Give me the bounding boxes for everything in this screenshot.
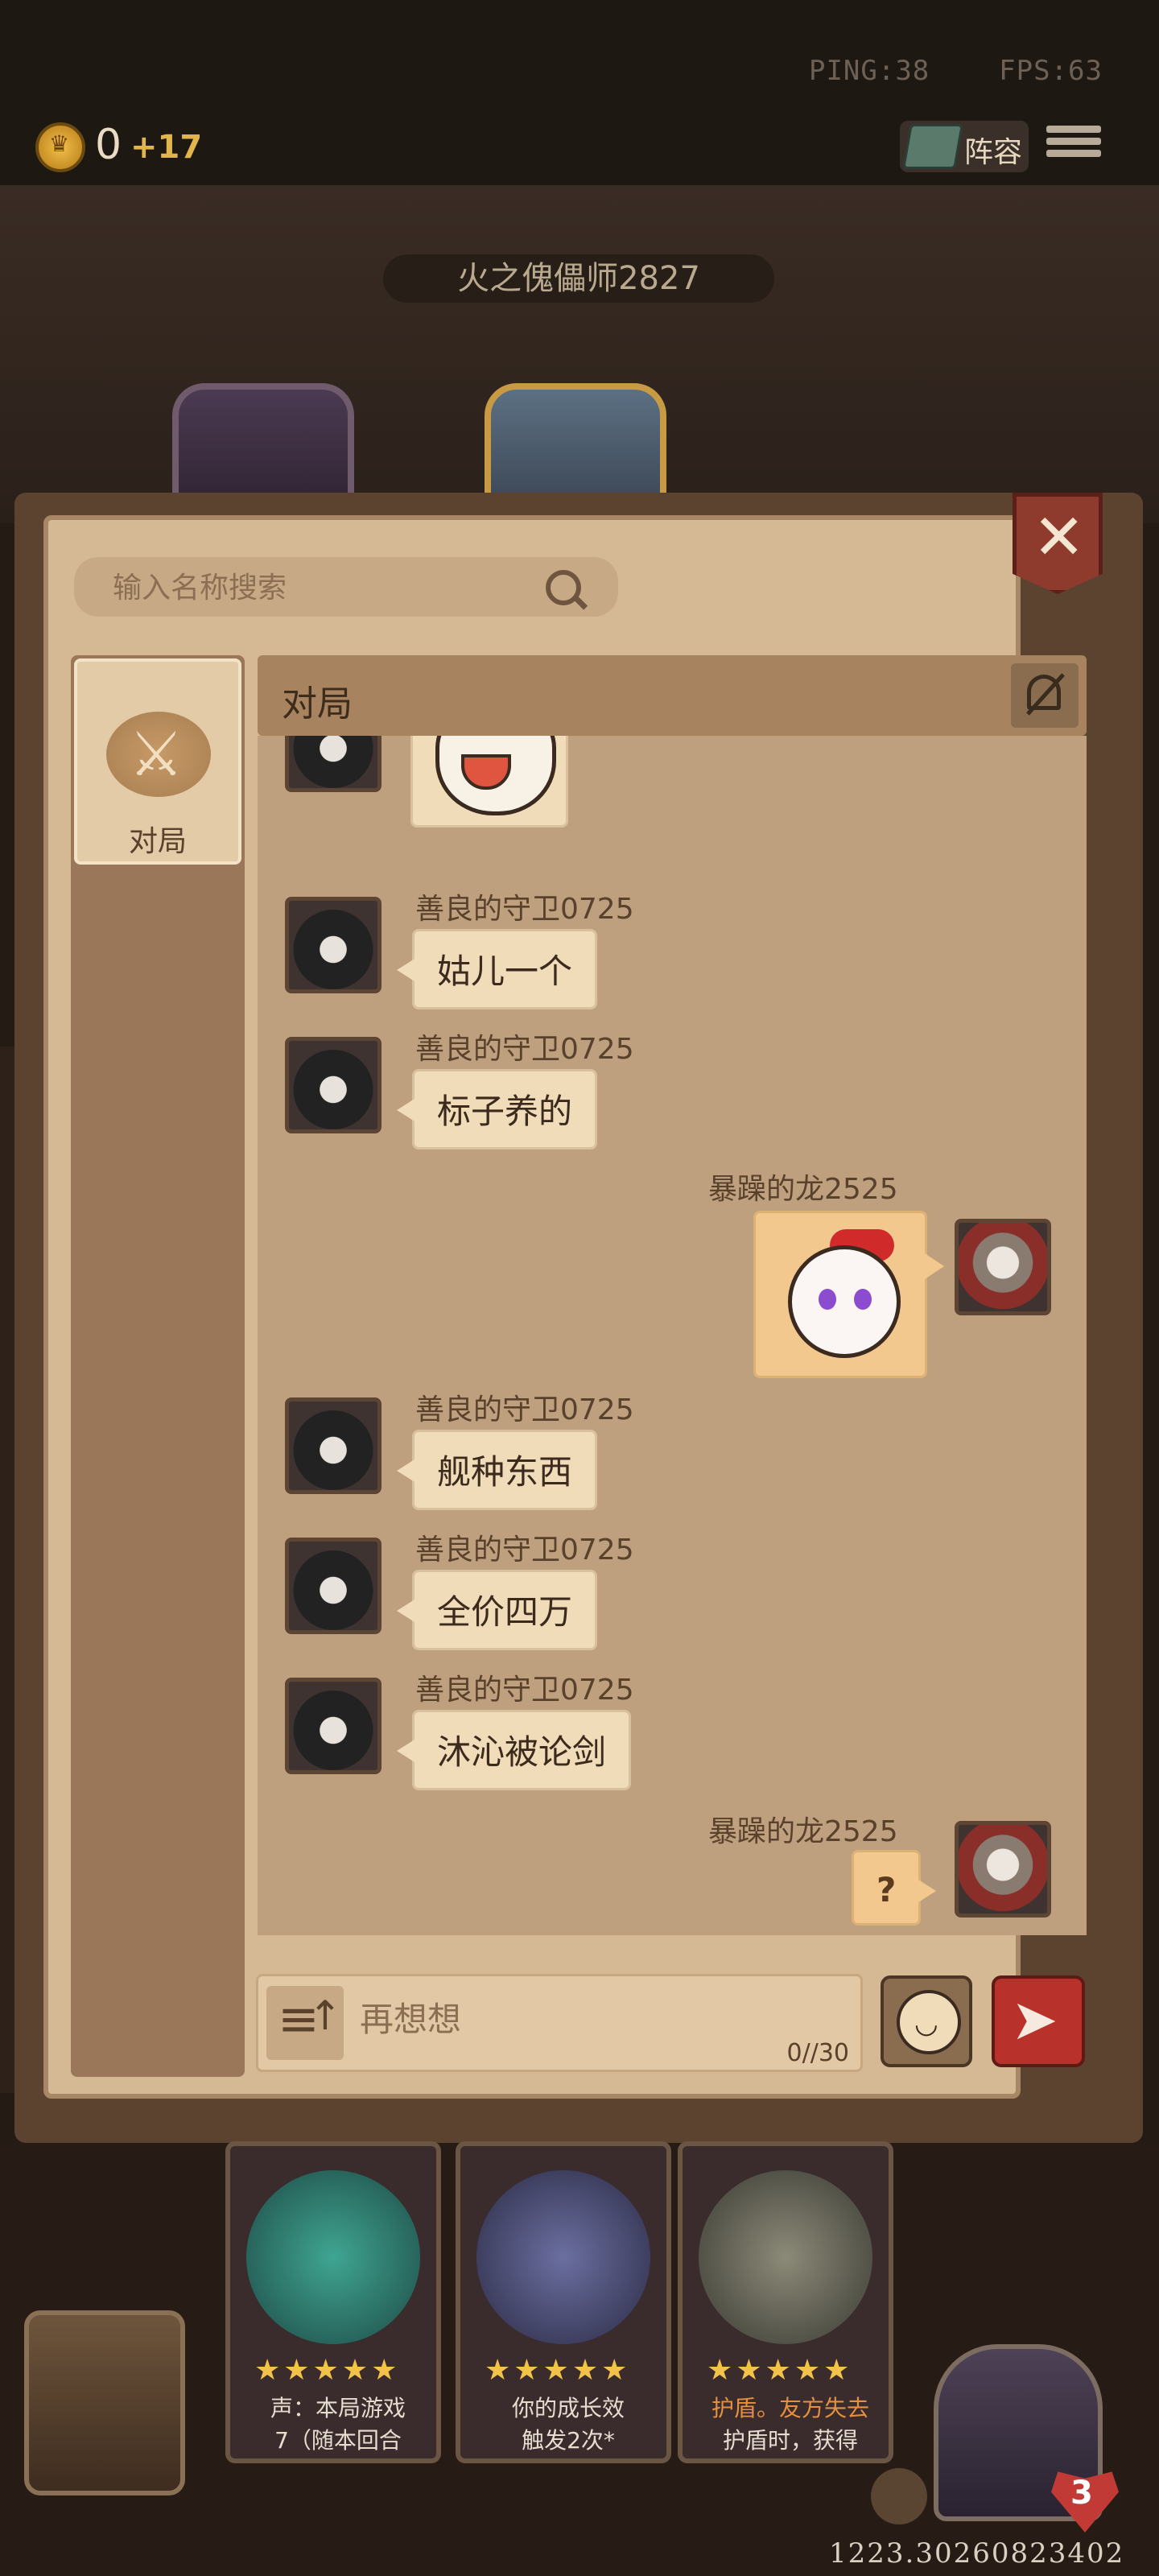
chat-title: 对局: [282, 683, 353, 724]
card-description: 护盾。友方失去 护盾时，获得: [702, 2392, 879, 2457]
shop-card[interactable]: ★★★★★ 声：本局游戏 7（随本回合: [225, 2141, 441, 2463]
player-id: 1223.30260823402: [829, 2537, 1125, 2570]
gold-amount: 0: [95, 121, 122, 169]
card-description: 声：本局游戏 7（随本回合: [250, 2392, 427, 2457]
chat-header: 对局: [258, 655, 1087, 736]
clown-girl-sticker: [753, 1211, 944, 1378]
close-icon: ✕: [1033, 502, 1086, 574]
upgrade-bell-icon[interactable]: [871, 2468, 927, 2524]
char-counter: 0//30: [786, 2039, 849, 2067]
paper-plane-icon: ➤: [1011, 1987, 1058, 2053]
network-stats: PING:38 FPS:63: [809, 55, 1103, 87]
card-desc-line: 护盾时，获得: [722, 2427, 858, 2454]
sender-avatar[interactable]: [285, 1037, 382, 1133]
message-sender: 善良的守卫0725: [415, 1393, 634, 1426]
lineup-label: 阵容: [964, 136, 1023, 169]
card-desc-line: 护盾。友方失去: [711, 2395, 869, 2421]
message-bubble: 全价四万: [396, 1570, 598, 1650]
card-desc-line: 你的成长效: [511, 2395, 625, 2421]
chat-message-list[interactable]: 善良的守卫0725 姑儿一个 善良的守卫0725 标子养的 暴躁的龙2525 善…: [258, 736, 1087, 1935]
card-desc-line: 声：本局游戏: [270, 2395, 406, 2421]
laughing-pot-sticker: [410, 736, 568, 828]
message-bubble: 标子养的: [396, 1069, 598, 1150]
player-health: 3: [1070, 2475, 1093, 2512]
card-desc-line: 触发2次*: [522, 2427, 615, 2454]
sender-avatar[interactable]: [285, 736, 382, 792]
self-avatar[interactable]: [955, 1821, 1051, 1918]
message-sender: 善良的守卫0725: [415, 1033, 634, 1066]
channel-sidebar: [71, 655, 245, 2077]
message-bubble: 沐沁被论剑: [396, 1710, 632, 1790]
card-desc-line: 7（随本回合: [274, 2427, 402, 2454]
book-icon: [902, 124, 963, 169]
sender-avatar[interactable]: [285, 1397, 382, 1494]
mute-button[interactable]: [1011, 663, 1079, 728]
card-stars: ★★★★★: [254, 2354, 401, 2387]
sender-avatar[interactable]: [285, 1678, 382, 1774]
sender-avatar[interactable]: [285, 897, 382, 993]
goblin-wizard-art: [476, 2170, 650, 2344]
search-bar: [74, 557, 618, 617]
message-bubble: ?: [852, 1850, 937, 1926]
sender-avatar[interactable]: [285, 1538, 382, 1634]
message-bubble: 姑儿一个: [396, 929, 598, 1009]
smiley-icon: [897, 1990, 961, 2054]
message-sender: 善良的守卫0725: [415, 1534, 634, 1567]
message-sender: 暴躁的龙2525: [708, 1815, 898, 1848]
gold-coin-icon: [35, 122, 85, 172]
emoji-button[interactable]: [881, 1975, 972, 2067]
chat-input-box: 0//30: [256, 1974, 863, 2072]
tavern-shop-icon[interactable]: [24, 2310, 185, 2496]
shop-card[interactable]: ★★★★★ 护盾。友方失去 护盾时，获得: [678, 2141, 893, 2463]
message-sender: 善良的守卫0725: [415, 893, 634, 926]
chat-input[interactable]: [358, 1994, 812, 2044]
pirate-captain-art: [699, 2170, 872, 2344]
search-icon[interactable]: [546, 570, 581, 605]
crossed-swords-icon: ⚔: [129, 718, 184, 790]
close-button[interactable]: ✕: [1013, 493, 1103, 594]
card-stars: ★★★★★: [485, 2354, 631, 2387]
crossed-swords-badge: ⚔: [106, 712, 211, 797]
gold-income: +17: [130, 129, 203, 166]
shop-card[interactable]: ★★★★★ 你的成长效 触发2次*: [456, 2141, 671, 2463]
expand-input-button[interactable]: [266, 1986, 344, 2060]
lineup-button[interactable]: 阵容: [900, 121, 1029, 172]
card-stars: ★★★★★: [707, 2354, 853, 2387]
fps-readout: FPS:63: [999, 55, 1103, 87]
hamburger-icon: [1046, 126, 1101, 133]
search-input[interactable]: [111, 568, 565, 607]
self-avatar[interactable]: [955, 1219, 1051, 1315]
tab-match[interactable]: ⚔ 对局: [74, 658, 241, 865]
card-description: 你的成长效 触发2次*: [480, 2392, 657, 2457]
message-sender: 暴躁的龙2525: [708, 1173, 898, 1206]
tab-match-label: 对局: [128, 825, 187, 858]
message-bubble: 舰种东西: [396, 1430, 598, 1510]
opponent-name: 火之傀儡师2827: [383, 254, 774, 303]
send-button[interactable]: ➤: [992, 1975, 1085, 2067]
ghost-girl-art: [246, 2170, 420, 2344]
message-sender: 善良的守卫0725: [415, 1674, 634, 1707]
menu-button[interactable]: [1046, 121, 1101, 172]
ping-readout: PING:38: [808, 55, 930, 87]
